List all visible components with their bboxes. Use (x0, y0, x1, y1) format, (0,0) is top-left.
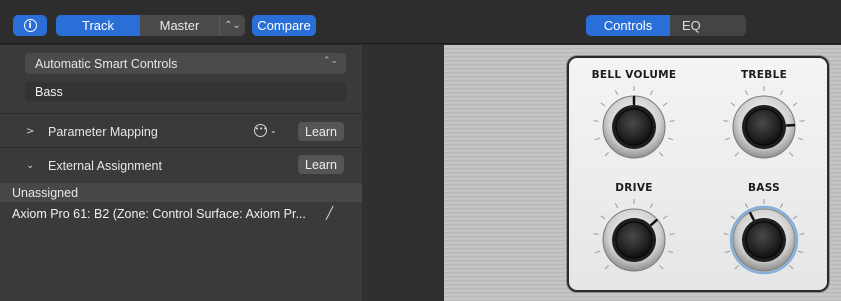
knob-tick (593, 120, 599, 122)
control-name-field[interactable]: Bass (25, 82, 346, 101)
view-tabs: Controls EQ (586, 15, 746, 36)
more-options-icon: ••• (254, 124, 267, 137)
bass-knob[interactable] (719, 193, 809, 283)
external-assignment-label: External Assignment (48, 158, 162, 173)
knob-tick (792, 215, 798, 220)
knob-tick (730, 102, 736, 107)
edit-pencil-icon[interactable]: ╱ (326, 206, 333, 220)
parameter-mapping-label: Parameter Mapping (48, 124, 158, 139)
knob-tick (724, 137, 730, 141)
knob-tick (734, 152, 739, 157)
list-item[interactable]: Axiom Pro 61: B2 (Zone: Control Surface:… (0, 204, 362, 224)
knob-tick (798, 250, 804, 254)
mapping-options-menu[interactable]: ••• ⌄ (254, 122, 290, 139)
knob-tick (614, 203, 619, 209)
toolbar: i Track Master ⌃⌄ Compare Controls EQ (0, 0, 841, 44)
chevron-right-icon: > (26, 126, 35, 137)
knob-cap (615, 221, 653, 259)
knob-tick (662, 215, 668, 220)
knob-tick (649, 90, 654, 96)
knob-tick (659, 152, 664, 157)
knob-tick (594, 250, 600, 254)
knob-tick (614, 90, 619, 96)
knob-tick (798, 137, 804, 141)
compare-button[interactable]: Compare (252, 15, 316, 36)
knob-tick (724, 250, 730, 254)
assignment-list: Unassigned Axiom Pro 61: B2 (Zone: Contr… (0, 181, 362, 301)
inspector-toggle-button[interactable]: i (13, 15, 47, 36)
knob-tick (668, 137, 674, 141)
knob-tick (792, 102, 798, 107)
chevron-down-icon: ⌄ (270, 126, 277, 135)
chevron-down-icon: ⌄ (26, 160, 35, 171)
knob-cap (615, 108, 653, 146)
knob-tick (744, 203, 749, 209)
knob-tick (734, 265, 739, 270)
divider-panel (362, 45, 444, 301)
smart-controls-panel: BELL VOLUME TREBLE DRIVE BASS (567, 56, 829, 292)
bell-volume-knob[interactable] (589, 80, 679, 170)
tab-controls[interactable]: Controls (586, 15, 670, 36)
knob-tick (799, 120, 805, 122)
drive-knob[interactable] (589, 193, 679, 283)
external-assignment-learn-button[interactable]: Learn (298, 155, 344, 174)
knob-tick (659, 265, 664, 270)
knob-tick (600, 215, 606, 220)
divider (0, 113, 362, 114)
tab-eq[interactable]: EQ (670, 15, 746, 36)
assignment-text: Axiom Pro 61: B2 (Zone: Control Surface:… (12, 207, 306, 221)
knob-tick (600, 102, 606, 107)
knob-tick (662, 102, 668, 107)
parameter-mapping-disclosure[interactable]: > Parameter Mapping (26, 123, 158, 140)
knob-tick (593, 233, 599, 235)
knob-cap (745, 108, 783, 146)
parameter-mapping-learn-button[interactable]: Learn (298, 122, 344, 141)
knob-tick (779, 90, 784, 96)
knob-tick (669, 120, 675, 122)
info-icon: i (23, 19, 37, 32)
up-down-stepper-icon[interactable]: ⌃⌄ (219, 15, 245, 36)
knob-tick (668, 250, 674, 254)
up-down-chevron-icon: ⌃⌄ (322, 56, 338, 66)
knob-tick (723, 120, 729, 122)
track-button[interactable]: Track (56, 15, 140, 36)
knob-tick (649, 203, 654, 209)
knob-tick (789, 265, 794, 270)
external-assignment-disclosure[interactable]: ⌄ External Assignment (26, 157, 162, 174)
smart-controls-dropdown-label: Automatic Smart Controls (35, 56, 178, 71)
knob-tick (779, 203, 784, 209)
knob-cap (745, 221, 783, 259)
knob-tick (789, 152, 794, 157)
treble-knob[interactable] (719, 80, 809, 170)
list-header-unassigned: Unassigned (0, 183, 362, 202)
smart-controls-inspector: Automatic Smart Controls ⌃⌄ Bass > Param… (0, 45, 362, 301)
knob-tick (594, 137, 600, 141)
knob-tick (730, 215, 736, 220)
divider (0, 147, 362, 148)
knob-tick (723, 233, 729, 235)
knob-tick (604, 265, 609, 270)
knob-tick (744, 90, 749, 96)
track-master-segmented-control: Track Master ⌃⌄ (56, 15, 245, 36)
smart-controls-dropdown[interactable]: Automatic Smart Controls ⌃⌄ (25, 53, 346, 74)
knob-tick (799, 233, 805, 235)
master-button[interactable]: Master (140, 15, 219, 36)
knob-tick (669, 233, 675, 235)
knob-tick (604, 152, 609, 157)
